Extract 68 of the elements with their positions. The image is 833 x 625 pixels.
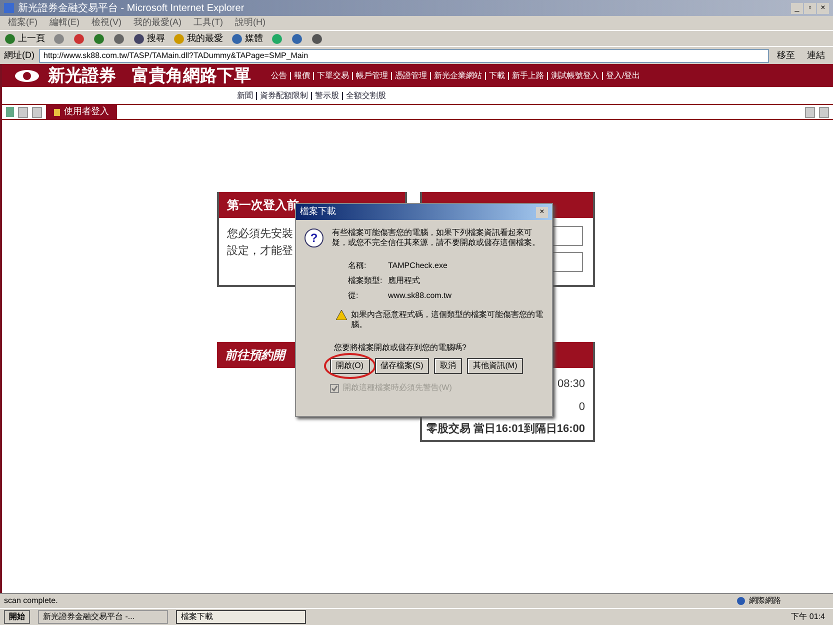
menu-item[interactable]: 檢視(V) (92, 16, 122, 30)
panel-text: 您必須先安裝 (227, 226, 293, 242)
nav-link[interactable]: 公告 (271, 70, 287, 82)
field-label: 名稱: (348, 260, 368, 272)
zone-text: 網際網路 (749, 595, 782, 607)
field-value: TAMPCheck.exe (388, 260, 448, 272)
nav-link[interactable]: 報價 (294, 70, 310, 82)
dialog-title: 檔案下載 (300, 205, 337, 218)
nav-link[interactable]: 測試帳號登入 (551, 70, 599, 82)
window-title: 新光證券金融交易平台 - Microsoft Internet Explorer (18, 2, 246, 16)
nav-link[interactable]: 新手上路 (512, 70, 544, 82)
window-control[interactable]: × (817, 2, 829, 14)
subnav-link[interactable]: 資券配額限制 (260, 90, 308, 102)
nav-link[interactable]: 下載 (489, 70, 505, 82)
warning-text: 如果內含惡意程式碼，這個類型的檔案可能傷害您的電腦。 (351, 310, 544, 330)
window-control[interactable]: _ (791, 2, 803, 14)
start-button[interactable]: 開始 (4, 610, 30, 624)
first-tab-button[interactable] (18, 106, 28, 118)
brand-name: 新光證券 (48, 64, 116, 87)
nav-link[interactable]: 帳戶管理 (356, 70, 388, 82)
toolbar-button[interactable]: 媒體 (231, 32, 263, 46)
nav-link[interactable]: 登入/登出 (606, 70, 640, 82)
subnav-link[interactable]: 警示股 (315, 90, 339, 102)
taskbar-button[interactable]: 新光證券金融交易平台 -... (38, 610, 168, 624)
toolbar-button[interactable]: 我的最愛 (173, 32, 223, 46)
hours-text: 零股交易 當日16:01到隔日16:00 (426, 422, 585, 437)
hours-text: 08:30 (557, 377, 585, 392)
dialog-button[interactable]: 儲存檔案(S) (374, 358, 430, 374)
links-button[interactable]: 連結 (803, 48, 829, 62)
field-label: 檔案類型: (348, 275, 384, 287)
subnav-link[interactable]: 新聞 (237, 90, 253, 102)
logo-icon (14, 68, 40, 82)
dialog-button[interactable]: 其他資訊(M) (467, 358, 524, 374)
dialog-button[interactable]: 開啟(O) (330, 358, 370, 374)
warning-icon (336, 310, 347, 320)
field-label: 從: (348, 290, 360, 302)
dialog-message: 有些檔案可能傷害您的電腦，如果下列檔案資訊看起來可疑，或您不完全信任其來源，請不要開啟或儲存這個檔案。 (332, 228, 541, 248)
field-value: www.sk88.com.tw (388, 290, 453, 302)
nav-link[interactable]: 憑證管理 (395, 70, 427, 82)
status-text: scan complete. (4, 595, 59, 607)
address-field[interactable]: http://www.sk88.com.tw/TASP/TAMain.dll?TADummy&TAPage=SMP_Main (38, 48, 769, 62)
hours-text: 0 (578, 400, 585, 414)
menu-item[interactable]: 編輯(E) (50, 16, 80, 30)
tab[interactable]: 使用者登入 (46, 104, 117, 120)
subnav-link[interactable]: 全額交割股 (346, 90, 386, 102)
go-button[interactable]: 移至 (773, 48, 799, 62)
question-icon: ? (304, 228, 324, 248)
close-button[interactable]: × (536, 206, 548, 218)
field-value: 應用程式 (388, 275, 421, 287)
dialog-button[interactable]: 取消 (434, 358, 462, 374)
toolbar-button[interactable]: 上一頁 (4, 32, 45, 46)
panel-text: 設定，才能登 (227, 244, 293, 258)
toolbar-button[interactable]: 搜尋 (133, 32, 165, 46)
previous-tab-button[interactable] (32, 106, 42, 118)
nav-link[interactable]: 新光企業網站 (434, 70, 482, 82)
window-control[interactable]: ▫ (804, 2, 816, 14)
menu-item[interactable]: 工具(T) (194, 16, 223, 30)
nav-link[interactable]: 下單交易 (317, 70, 349, 82)
clock-text: 下午 01:4 (791, 611, 826, 623)
page-icon (6, 107, 14, 117)
address-label: 網址(D) (4, 48, 34, 62)
taskbar-button[interactable]: 檔案下載 (176, 610, 306, 624)
site-slogan: 富貴角網路下單 (132, 64, 251, 87)
menu-item[interactable]: 說明(H) (235, 16, 266, 30)
menu-item[interactable]: 我的最愛(A) (134, 16, 182, 30)
next-tab-button[interactable] (805, 106, 815, 118)
last-tab-button[interactable] (819, 106, 829, 118)
menu-item[interactable]: 檔案(F) (8, 16, 38, 30)
